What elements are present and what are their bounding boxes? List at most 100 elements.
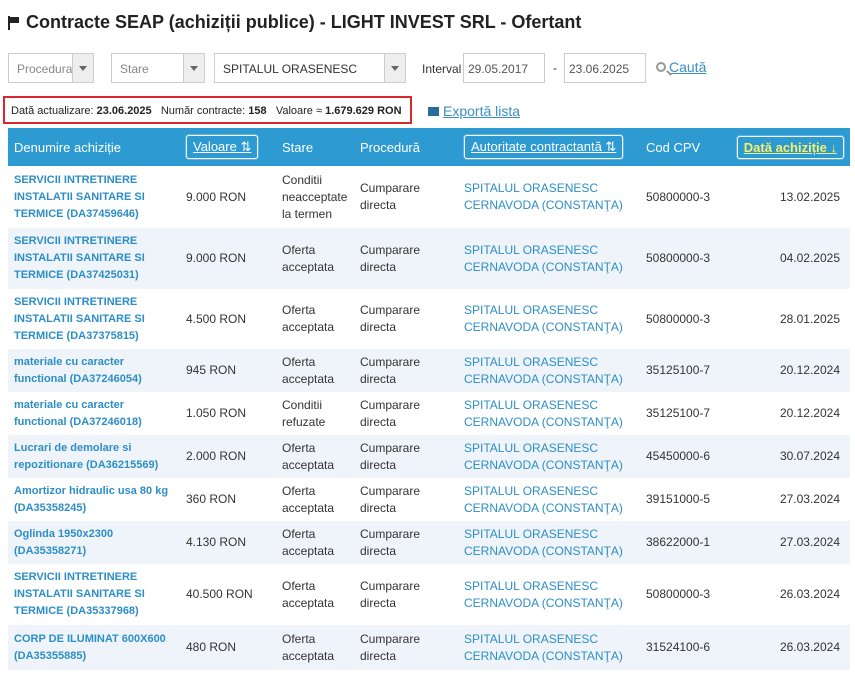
status-cell: Oferta acceptata xyxy=(282,483,335,515)
value-cell: 4.130 RON xyxy=(186,535,247,549)
cpv-cell: 50800000-3 xyxy=(646,311,711,326)
authority-link[interactable]: SPITALUL ORASENESC CERNAVODA (CONSTANŢA) xyxy=(458,166,640,228)
status-cell: Conditii refuzate xyxy=(282,397,326,429)
acquisition-name-link[interactable]: Lucrari de demolare si repozitionare (DA… xyxy=(8,435,180,478)
status-cell: Oferta acceptata xyxy=(282,526,335,558)
authority-link[interactable]: SPITALUL ORASENESC CERNAVODA (CONSTANŢA) xyxy=(458,228,640,289)
authority-link[interactable]: SPITALUL ORASENESC CERNAVODA (CONSTANŢA) xyxy=(458,478,640,521)
cpv-cell: 45450000-6 xyxy=(646,449,711,463)
procedure-cell: Cumparare directa xyxy=(360,397,421,429)
acquisition-name-link[interactable]: materiale cu caracter functional (DA3724… xyxy=(8,349,180,392)
export-link[interactable]: Exportă lista xyxy=(428,103,520,119)
acquisition-name-link[interactable]: SERVICII INTRETINERE INSTALATII SANITARE… xyxy=(8,166,180,228)
acquisition-name-link[interactable]: SERVICII INTRETINERE INSTALATII SANITARE… xyxy=(8,228,180,289)
procedure-cell: Cumparare directa xyxy=(360,526,421,558)
procedure-cell: Cumparare directa xyxy=(360,181,421,212)
value-cell: 480 RON xyxy=(186,640,237,654)
authority-link[interactable]: SPITALUL ORASENESC CERNAVODA (CONSTANŢA) xyxy=(458,625,640,670)
col-procedure: Procedură xyxy=(360,139,420,155)
date-cell: 27.03.2024 xyxy=(779,535,840,549)
date-from-input[interactable]: 29.05.2017 xyxy=(463,53,545,83)
cpv-cell: 39151000-5 xyxy=(646,492,711,506)
value-cell: 945 RON xyxy=(186,363,237,377)
authority-link[interactable]: SPITALUL ORASENESC CERNAVODA (CONSTANŢA) xyxy=(458,392,640,435)
value-cell: 360 RON xyxy=(186,492,237,506)
cpv-cell: 35125100-7 xyxy=(646,363,711,377)
date-cell: 04.02.2025 xyxy=(779,251,840,265)
value-cell: 40.500 RON xyxy=(186,587,253,601)
date-cell: 30.07.2024 xyxy=(779,449,840,463)
value-cell: 9.000 RON xyxy=(186,251,247,265)
interval-label: Interval xyxy=(422,62,462,76)
status-cell: Oferta acceptata xyxy=(282,242,335,274)
acquisition-name-link[interactable]: Amortizor hidraulic usa 80 kg (DA3535824… xyxy=(8,478,180,521)
updated-value: 23.06.2025 xyxy=(96,105,152,117)
date-cell: 13.02.2025 xyxy=(779,189,840,204)
contracts-table: Denumire achiziție Valoare ⇅ Stare Proce… xyxy=(8,128,850,670)
cpv-cell: 50800000-3 xyxy=(646,251,711,265)
total-value: 1.679.629 RON xyxy=(325,105,402,117)
authority-link[interactable]: SPITALUL ORASENESC CERNAVODA (CONSTANŢA) xyxy=(458,435,640,478)
status-cell: Oferta acceptata xyxy=(282,440,335,472)
table-row: SERVICII INTRETINERE INSTALATII SANITARE… xyxy=(8,166,850,228)
acquisition-name-link[interactable]: SERVICII INTRETINERE INSTALATII SANITARE… xyxy=(8,289,180,349)
col-cpv: Cod CPV xyxy=(646,139,701,155)
acquisition-name-link[interactable]: materiale cu caracter functional (DA3724… xyxy=(8,392,180,435)
flag-icon xyxy=(8,15,20,30)
col-status: Stare xyxy=(282,139,314,155)
procedure-cell: Cumparare directa xyxy=(360,354,421,386)
cpv-cell: 38622000-1 xyxy=(646,535,711,549)
autoritate-select[interactable]: SPITALUL ORASENESC xyxy=(214,53,406,83)
status-cell: Oferta acceptata xyxy=(282,631,335,663)
filter-bar: Procedura Stare SPITALUL ORASENESC Inter… xyxy=(8,53,853,85)
table-row: SERVICII INTRETINERE INSTALATII SANITARE… xyxy=(8,564,850,625)
value-cell: 1.050 RON xyxy=(186,406,247,420)
table-row: SERVICII INTRETINERE INSTALATII SANITARE… xyxy=(8,228,850,289)
authority-link[interactable]: SPITALUL ORASENESC CERNAVODA (CONSTANŢA) xyxy=(458,521,640,564)
authority-link[interactable]: SPITALUL ORASENESC CERNAVODA (CONSTANŢA) xyxy=(458,289,640,349)
status-cell: Conditii neacceptate la termen xyxy=(282,172,348,221)
procedure-cell: Cumparare directa xyxy=(360,483,421,515)
status-cell: Oferta acceptata xyxy=(282,578,335,610)
date-to-input[interactable]: 23.06.2025 xyxy=(564,53,646,83)
acquisition-name-link[interactable]: Oglinda 1950x2300 (DA35358271) xyxy=(8,521,180,564)
acquisition-name-link[interactable]: CORP DE ILUMINAT 600X600 (DA35355885) xyxy=(8,625,180,670)
date-cell: 26.03.2024 xyxy=(779,640,840,654)
procedure-cell: Cumparare directa xyxy=(360,440,421,472)
count-value: 158 xyxy=(248,105,267,117)
acquisition-name-link[interactable]: SERVICII INTRETINERE INSTALATII SANITARE… xyxy=(8,564,180,625)
search-button[interactable]: Caută xyxy=(656,59,706,75)
page-title-text: Contracte SEAP (achiziții publice) - LIG… xyxy=(26,12,582,32)
authority-link[interactable]: SPITALUL ORASENESC CERNAVODA (CONSTANŢA) xyxy=(458,564,640,625)
procedura-select[interactable]: Procedura xyxy=(8,53,94,83)
status-cell: Oferta acceptata xyxy=(282,303,335,334)
page-title: Contracte SEAP (achiziții publice) - LIG… xyxy=(8,12,581,33)
search-icon xyxy=(656,62,666,72)
table-body: SERVICII INTRETINERE INSTALATII SANITARE… xyxy=(8,166,850,670)
stare-select[interactable]: Stare xyxy=(111,53,205,83)
sort-value-button[interactable]: Valoare ⇅ xyxy=(186,135,259,159)
search-label: Caută xyxy=(669,59,707,75)
date-cell: 20.12.2024 xyxy=(779,406,840,420)
date-cell: 26.03.2024 xyxy=(779,587,840,601)
table-row: CORP DE ILUMINAT 600X600 (DA35355885) 480… xyxy=(8,625,850,670)
value-cell: 4.500 RON xyxy=(186,311,247,326)
date-cell: 28.01.2025 xyxy=(779,311,840,326)
procedure-cell: Cumparare directa xyxy=(360,303,421,334)
status-cell: Oferta acceptata xyxy=(282,354,335,386)
authority-link[interactable]: SPITALUL ORASENESC CERNAVODA (CONSTANŢA) xyxy=(458,349,640,392)
col-name: Denumire achiziție xyxy=(14,139,121,155)
chevron-down-icon xyxy=(72,54,93,82)
cpv-cell: 50800000-3 xyxy=(646,587,711,601)
table-row: materiale cu caracter functional (DA3724… xyxy=(8,392,850,435)
cpv-cell: 50800000-3 xyxy=(646,189,711,204)
export-icon xyxy=(428,106,439,116)
cpv-cell: 35125100-7 xyxy=(646,406,711,420)
cpv-cell: 31524100-6 xyxy=(646,640,711,654)
procedure-cell: Cumparare directa xyxy=(360,578,421,610)
procedure-cell: Cumparare directa xyxy=(360,631,421,663)
sort-date-button[interactable]: Dată achiziție ↓ xyxy=(736,135,844,159)
procedure-cell: Cumparare directa xyxy=(360,242,421,274)
table-header-row: Denumire achiziție Valoare ⇅ Stare Proce… xyxy=(8,128,850,166)
sort-authority-button[interactable]: Autoritate contractantă ⇅ xyxy=(464,135,624,159)
